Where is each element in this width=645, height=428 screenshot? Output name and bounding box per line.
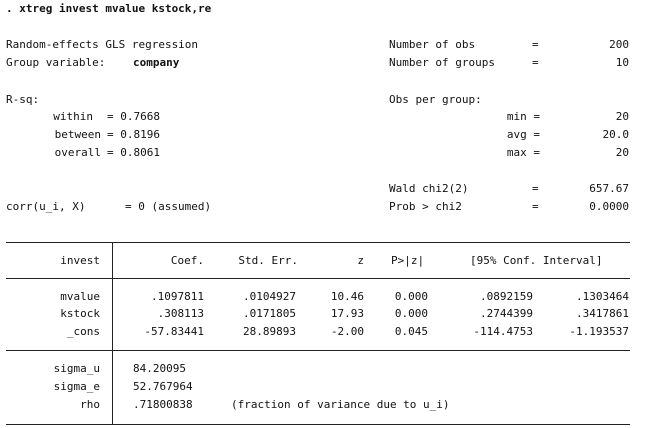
ngroups-value: 10 [615,56,629,69]
col-ci: [95% Conf. Interval] [470,254,603,267]
sigma-e-label: sigma_e [53,380,100,393]
nobs-label: Number of obs [389,38,476,51]
table-bottom-rule [6,424,630,425]
wald-eq: = [532,182,539,195]
rho-label: rho [80,398,100,411]
nobs-value: 200 [609,38,629,51]
rsq-within-value: = 0.7668 [107,110,160,123]
col-z: z [357,254,364,267]
avg-label: avg = [506,128,540,141]
row-se: 28.89893 [243,325,296,338]
rsq-between-label: between [54,128,101,141]
group-variable-label: Group variable: [6,56,106,69]
row-z: 10.46 [330,290,364,303]
corr-value: = 0 (assumed) [125,200,212,213]
row-ci-lo: -114.4753 [473,325,533,338]
wald-label: Wald chi2(2) [389,182,469,195]
table-mid-rule [6,350,630,351]
sigma-u-label: sigma_u [53,362,100,375]
avg-value: 20.0 [602,128,630,141]
row-coef: .1097811 [151,290,204,303]
row-p: 0.000 [394,307,428,320]
rsq-overall-value: = 0.8061 [107,146,160,159]
max-label: max = [506,146,540,159]
row-ci-hi: -1.193537 [569,325,629,338]
wald-value: 657.67 [589,182,629,195]
max-value: 20 [615,146,629,159]
row-ci-lo: .2744399 [480,307,533,320]
rsq-within-label: within [53,110,93,123]
prob-eq: = [532,200,539,213]
col-p: P>|z| [391,254,425,267]
obs-per-group-label: Obs per group: [389,93,482,106]
rho-note: (fraction of variance due to u_i) [231,398,450,411]
row-var: kstock [60,307,100,320]
ngroups-label: Number of groups [389,56,495,69]
rsq-overall-label: overall [54,146,101,159]
row-p: 0.000 [394,290,428,303]
sigma-u-value: 84.20095 [133,362,186,375]
sigma-e-value: 52.767964 [133,380,193,393]
rsq-label: R-sq: [6,93,40,106]
row-z: 17.93 [330,307,364,320]
min-value: 20 [615,110,629,123]
prob-label: Prob > chi2 [389,200,462,213]
command-line: . xtreg invest mvalue kstock,re [6,2,212,15]
prob-value: 0.0000 [589,200,629,213]
row-coef: .308113 [157,307,204,320]
row-p: 0.045 [394,325,428,338]
row-ci-hi: .1303464 [576,290,629,303]
ngroups-eq: = [532,56,539,69]
rsq-between-value: = 0.8196 [107,128,160,141]
row-ci-hi: .3417861 [576,307,629,320]
group-variable-value: company [133,56,180,69]
min-label: min = [506,110,540,123]
col-depvar: invest [60,254,100,267]
row-var: mvalue [60,290,100,303]
col-se: Std. Err. [238,254,298,267]
row-ci-lo: .0892159 [480,290,533,303]
nobs-eq: = [532,38,539,51]
rho-value: .71800838 [133,398,193,411]
row-coef: -57.83441 [144,325,204,338]
col-coef: Coef. [170,254,204,267]
table-header-rule [6,278,630,279]
row-var: _cons [66,325,100,338]
model-title: Random-effects GLS regression [6,38,199,51]
corr-label: corr(u_i, X) [6,200,86,213]
row-z: -2.00 [330,325,364,338]
table-top-rule [6,242,630,243]
row-se: .0171805 [243,307,296,320]
row-se: .0104927 [243,290,296,303]
